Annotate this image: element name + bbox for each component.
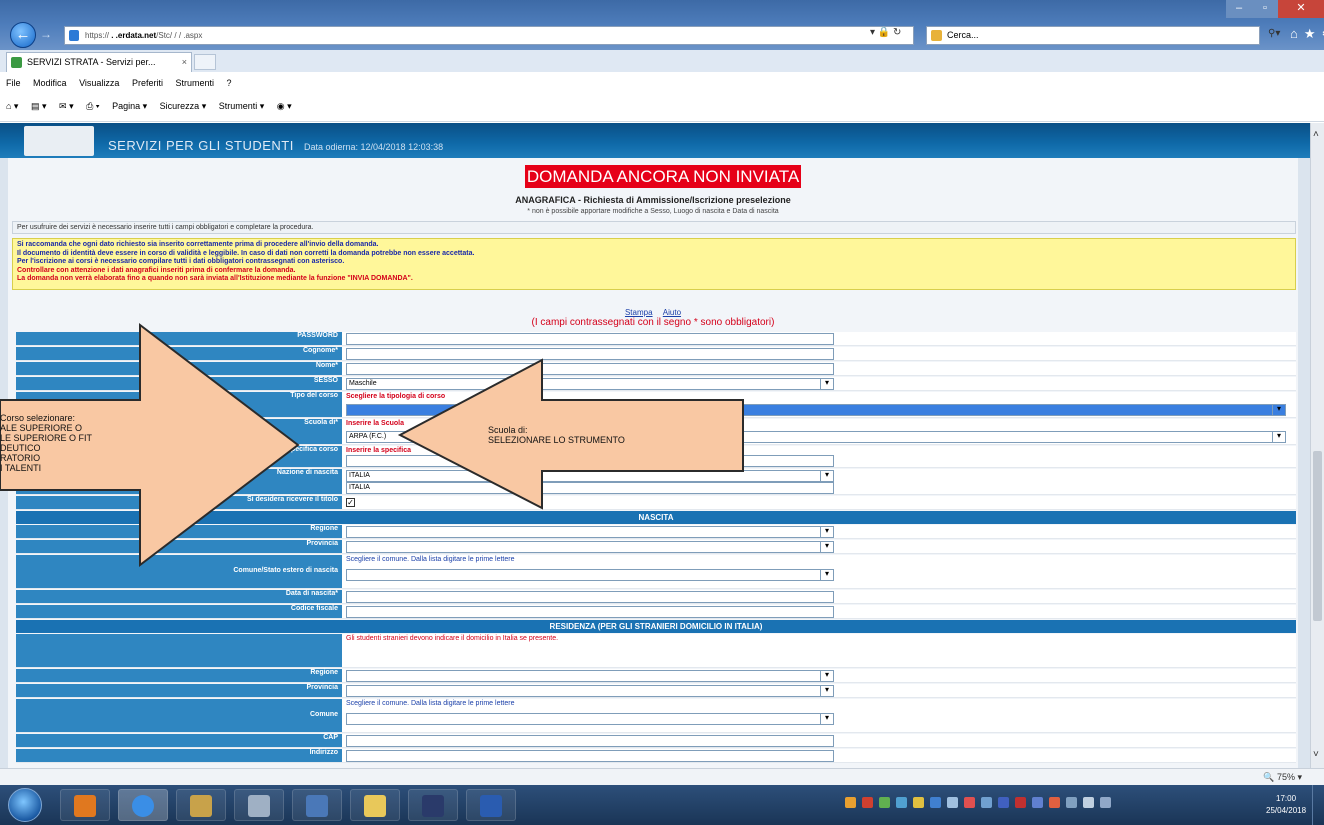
- media-player-icon: [74, 795, 96, 817]
- volume-icon[interactable]: [1083, 797, 1094, 808]
- center-callout-text: Scuola di: SELEZIONARE LO STRUMENTO: [488, 425, 625, 445]
- zoom-value: 75%: [1276, 772, 1295, 782]
- callout-line: Scuola di:: [488, 425, 528, 435]
- callout-line: LE SUPERIORE O FIT: [0, 433, 93, 443]
- show-desktop-button[interactable]: [1312, 785, 1324, 825]
- callout-line: SELEZIONARE LO STRUMENTO: [488, 435, 625, 445]
- tray-icon[interactable]: [998, 797, 1009, 808]
- folder-icon: [364, 795, 386, 817]
- taskbar-calculator[interactable]: [234, 789, 284, 821]
- tray-icon[interactable]: [1015, 797, 1026, 808]
- internet-explorer-icon: [132, 795, 154, 817]
- taskbar-paint[interactable]: [408, 789, 458, 821]
- network-icon[interactable]: [1066, 797, 1077, 808]
- tray-icon[interactable]: [896, 797, 907, 808]
- tray-icon[interactable]: [845, 797, 856, 808]
- scroll-thumb[interactable]: [1313, 451, 1322, 621]
- tray-icon[interactable]: [947, 797, 958, 808]
- tray-icon[interactable]: [981, 797, 992, 808]
- battery-icon[interactable]: [1100, 797, 1111, 808]
- taskbar-users[interactable]: [292, 789, 342, 821]
- start-button[interactable]: [8, 788, 42, 822]
- annotation-arrows: [0, 322, 744, 568]
- system-tray: [845, 797, 1111, 813]
- tray-icon[interactable]: [1049, 797, 1060, 808]
- clock-date: 25/04/2018: [1266, 806, 1307, 815]
- users-icon: [306, 795, 328, 817]
- paint-icon: [422, 795, 444, 817]
- scroll-down-icon[interactable]: ˅: [1313, 749, 1319, 760]
- callout-line: DEUTICO: [0, 443, 41, 453]
- tray-icon[interactable]: [1032, 797, 1043, 808]
- tray-icon[interactable]: [930, 797, 941, 808]
- taskbar-app[interactable]: [176, 789, 226, 821]
- app-icon: [190, 795, 212, 817]
- taskbar-word[interactable]: [466, 789, 516, 821]
- callout-line: I TALENTI: [0, 463, 42, 473]
- zoom-level[interactable]: 🔍 75% ▾: [1263, 772, 1302, 783]
- clock-time: 17:00: [1276, 794, 1297, 803]
- calculator-icon: [248, 795, 270, 817]
- tray-icon[interactable]: [879, 797, 890, 808]
- left-callout-text: Corso selezionare: ALE SUPERIORE O LE SU…: [0, 413, 92, 473]
- callout-line: RATORIO: [0, 453, 41, 463]
- callout-line: ALE SUPERIORE O: [0, 423, 83, 433]
- taskbar-clock[interactable]: 17:00 25/04/2018: [1266, 793, 1306, 817]
- tray-icon[interactable]: [862, 797, 873, 808]
- taskbar-internet-explorer[interactable]: [118, 789, 168, 821]
- taskbar: 17:00 25/04/2018: [0, 785, 1324, 825]
- scroll-up-icon[interactable]: ˄: [1313, 129, 1319, 140]
- page-scrollbar[interactable]: ˄ ˅: [1310, 123, 1324, 768]
- taskbar-explorer[interactable]: [350, 789, 400, 821]
- word-icon: [480, 795, 502, 817]
- taskbar-media-player[interactable]: [60, 789, 110, 821]
- status-bar: 🔍 75% ▾: [0, 768, 1324, 785]
- callout-line: Corso selezionare:: [0, 413, 76, 423]
- tray-icon[interactable]: [913, 797, 924, 808]
- tray-icon[interactable]: [964, 797, 975, 808]
